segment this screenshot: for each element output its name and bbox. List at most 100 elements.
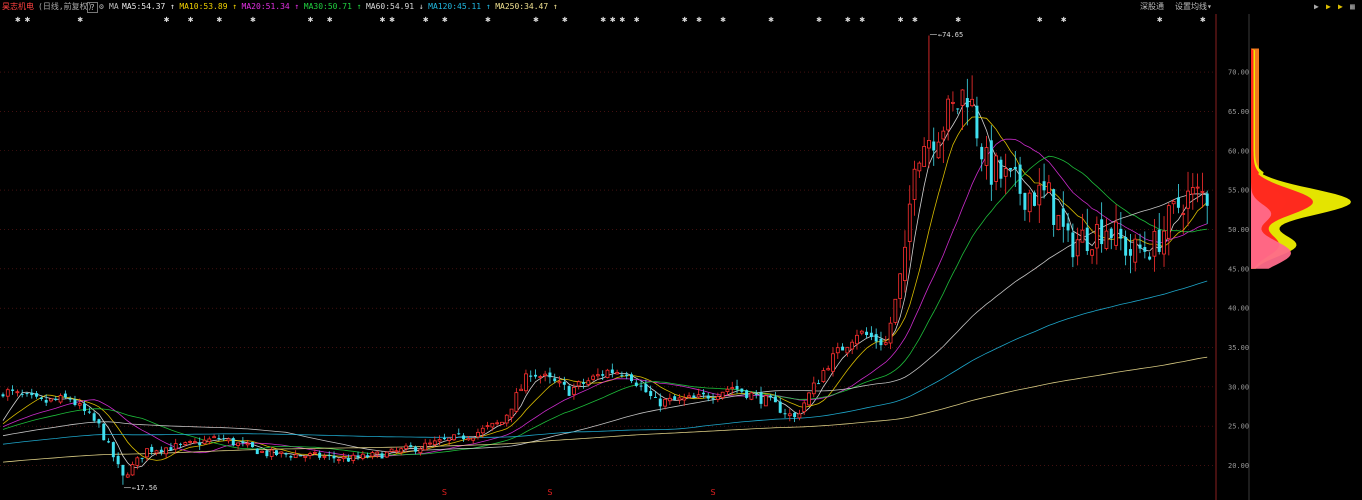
candle-body-up	[399, 448, 404, 453]
candle-body-down	[1148, 256, 1152, 260]
candle-body-up	[490, 422, 495, 428]
candle-body-up	[1080, 229, 1085, 243]
candle-body-down	[11, 389, 15, 391]
candle-body-up	[173, 443, 178, 450]
candle-body-down	[409, 445, 413, 448]
candle-body-down	[634, 382, 638, 386]
y-tick-label: 45.00	[1228, 265, 1249, 273]
event-flag-icon: ✱	[619, 16, 625, 24]
candle-body-up	[1200, 191, 1205, 193]
candle-body-down	[217, 438, 221, 440]
event-flag-icon: ✱	[188, 16, 194, 24]
candle-body-up	[1046, 182, 1051, 193]
moving-average-lines	[2, 101, 1208, 468]
event-flag-icon: ✱	[380, 16, 386, 24]
candle-body-down	[298, 455, 302, 457]
candle-body-down	[1109, 228, 1113, 239]
candle-body-up	[538, 376, 543, 378]
candle-body-down	[692, 395, 696, 398]
candle-body-up	[696, 394, 701, 398]
candle-body-down	[346, 458, 350, 462]
candle-body-up	[188, 441, 192, 443]
candle-body-down	[462, 435, 466, 440]
candle-body-down	[769, 395, 773, 398]
grid-lines	[0, 71, 1215, 466]
candle-body-down	[159, 449, 163, 453]
candle-body-down	[179, 443, 182, 445]
candle-body-up	[898, 273, 903, 299]
candle-body-down	[601, 374, 605, 376]
candle-body-up	[480, 427, 485, 434]
candle-body-up	[715, 396, 720, 400]
candle-body-up	[1037, 184, 1042, 206]
candle-body-up	[912, 168, 917, 200]
candle-body-up	[951, 101, 955, 104]
candle-body-down	[1119, 228, 1123, 239]
candle-body-down	[610, 369, 614, 374]
y-tick-label: 60.00	[1228, 147, 1249, 155]
candle-body-down	[1009, 167, 1012, 170]
candle-body-down	[965, 98, 969, 108]
event-flag-icon: ✱	[720, 16, 726, 24]
s-marker: S	[711, 488, 716, 497]
candle-body-up	[831, 353, 835, 372]
candle-body-up	[835, 347, 840, 354]
candle-body-down	[83, 403, 87, 412]
candlesticks[interactable]	[1, 35, 1209, 485]
candle-body-up	[893, 298, 898, 323]
candle-body-down	[1176, 197, 1180, 208]
candle-body-up	[1152, 230, 1157, 257]
candle-body-up	[193, 441, 197, 443]
candle-body-up	[423, 442, 428, 451]
candle-body-up	[1171, 200, 1176, 205]
candle-body-up	[749, 392, 754, 400]
candle-body-down	[222, 438, 226, 440]
candle-body-down	[1033, 192, 1036, 206]
candle-body-up	[811, 382, 816, 395]
candle-body-down	[140, 457, 144, 459]
candle-body-down	[255, 448, 259, 455]
kline-chart[interactable]: 70.00 65.00 60.00 55.00 50.00 45.00 40.00 35.00…	[0, 0, 1362, 500]
candle-body-up	[883, 342, 888, 345]
candle-body-down	[1061, 208, 1065, 227]
candle-body-up	[1166, 205, 1171, 239]
candle-body-up	[1114, 221, 1118, 246]
event-flag-icon: ✱	[389, 16, 395, 24]
event-flag-icon: ✱	[816, 16, 822, 24]
candle-body-up	[437, 439, 442, 442]
event-markers[interactable]: ✱ ✱ ✱ ✱ ✱ ✱ ✱ ✱ ✱ ✱ ✱ ✱ ✱ ✱ ✱ ✱ ✱ ✱ ✱ ✱ ✱ ✱ ✱ ✱ ✱ ✱ ✱ ✱ ✱ ✱ ✱ ✱ ✱ ✱ S S S	[15, 16, 1206, 497]
candle-body-up	[917, 162, 922, 172]
candle-body-up	[384, 451, 389, 458]
candle-body-up	[596, 374, 600, 377]
candle-body-up	[586, 380, 591, 385]
candle-body-up	[58, 395, 63, 403]
candle-body-down	[241, 441, 245, 444]
candle-body-down	[673, 396, 677, 400]
candle-body-up	[447, 437, 452, 441]
candle-body-up	[125, 474, 130, 478]
candle-body-down	[754, 393, 758, 395]
candle-body-up	[1133, 238, 1138, 263]
event-flag-icon: ✱	[912, 16, 918, 24]
event-flag-icon: ✱	[1061, 16, 1067, 24]
candle-body-up	[509, 408, 514, 418]
volume-profile	[1251, 48, 1351, 269]
candle-body-down	[783, 413, 787, 415]
event-flag-icon: ✱	[250, 16, 256, 24]
candle-body-up	[1056, 214, 1061, 230]
candle-body-down	[265, 450, 269, 457]
candle-body-up	[212, 436, 216, 439]
candle-body-up	[797, 413, 802, 419]
ma-line-ma60	[2, 193, 1208, 453]
y-tick-label: 55.00	[1228, 187, 1249, 195]
candle-body-up	[687, 395, 691, 398]
candle-body-down	[250, 442, 254, 448]
candle-body-down	[97, 419, 101, 424]
s-marker: S	[547, 488, 552, 497]
candle-body-up	[845, 346, 850, 354]
candle-body-up	[500, 421, 504, 425]
candle-body-down	[1066, 223, 1070, 231]
candle-body-up	[389, 448, 394, 452]
candle-body-up	[375, 451, 380, 455]
candle-body-down	[1128, 249, 1132, 256]
